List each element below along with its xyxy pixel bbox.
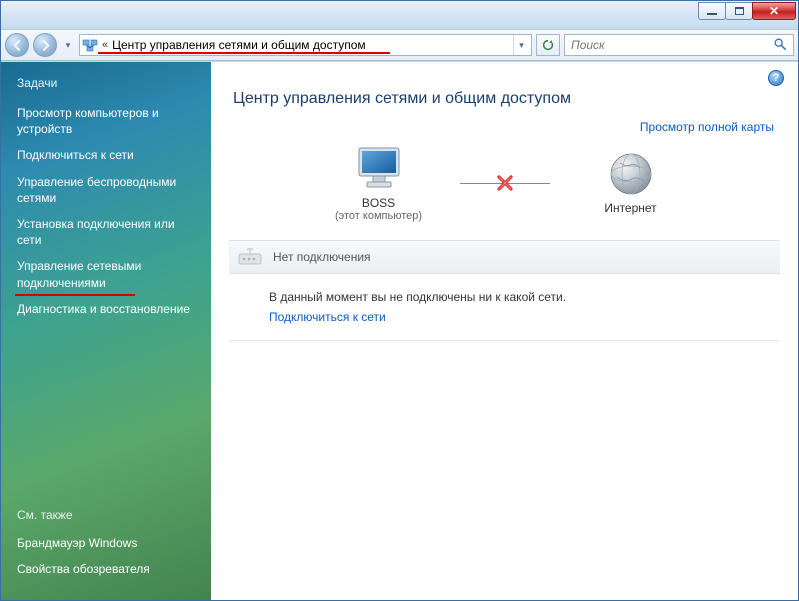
node-internet-label: Интернет bbox=[604, 201, 656, 215]
search-input[interactable] bbox=[571, 38, 761, 52]
search-icon[interactable] bbox=[773, 37, 787, 54]
address-text: Центр управления сетями и общим доступом bbox=[112, 38, 509, 52]
no-connection-body: В данный момент вы не подключены ни к ка… bbox=[229, 274, 780, 341]
sidebar-heading-tasks: Задачи bbox=[17, 76, 195, 90]
refresh-button[interactable] bbox=[536, 34, 560, 56]
main-panel: ? Центр управления сетями и общим доступ… bbox=[211, 62, 798, 600]
network-device-icon bbox=[237, 246, 263, 268]
view-full-map-link[interactable]: Просмотр полной карты bbox=[229, 120, 774, 134]
map-connection-broken bbox=[460, 173, 550, 193]
globe-icon bbox=[608, 151, 654, 197]
no-connection-label: Нет подключения bbox=[273, 250, 371, 264]
search-box[interactable] bbox=[564, 34, 794, 56]
address-dropdown[interactable]: ▾ bbox=[513, 35, 529, 55]
help-icon[interactable]: ? bbox=[768, 70, 784, 86]
network-map: BOSS (этот компьютер) bbox=[229, 144, 780, 222]
annotation-underline-address bbox=[98, 52, 390, 54]
close-button[interactable]: ✕ bbox=[752, 2, 796, 20]
nav-forward-button[interactable] bbox=[33, 33, 57, 57]
nav-back-button[interactable] bbox=[5, 33, 29, 57]
navigation-bar: ▾ « Центр управления сетями и общим дост… bbox=[1, 29, 798, 61]
sidebar-link-manage-network-connections[interactable]: Управление сетевыми подключениями bbox=[17, 253, 195, 295]
sidebar-link-diagnose-repair[interactable]: Диагностика и восстановление bbox=[17, 296, 195, 322]
sidebar-link-connect-network[interactable]: Подключиться к сети bbox=[17, 142, 195, 168]
map-node-internet[interactable]: Интернет bbox=[576, 151, 686, 215]
page-title: Центр управления сетями и общим доступом bbox=[233, 90, 780, 108]
connection-broken-icon bbox=[496, 174, 514, 192]
window-controls: ✕ bbox=[699, 2, 796, 20]
no-connection-message: В данный момент вы не подключены ни к ка… bbox=[269, 290, 772, 304]
sidebar-link-label: Управление сетевыми подключениями bbox=[17, 259, 141, 289]
connect-to-network-link[interactable]: Подключиться к сети bbox=[269, 310, 386, 324]
content-area: Задачи Просмотр компьютеров и устройств … bbox=[1, 61, 798, 600]
task-sidebar: Задачи Просмотр компьютеров и устройств … bbox=[1, 62, 211, 600]
sidebar-heading-seealso: См. также bbox=[17, 508, 195, 522]
sidebar-link-setup-connection[interactable]: Установка подключения или сети bbox=[17, 211, 195, 253]
breadcrumb-overflow-icon[interactable]: « bbox=[102, 39, 108, 51]
minimize-button[interactable] bbox=[698, 2, 726, 20]
nav-history-dropdown[interactable]: ▾ bbox=[61, 34, 75, 56]
node-computer-name: BOSS bbox=[362, 196, 395, 210]
window-frame: ✕ ▾ « Центр управления сетями и общим до… bbox=[0, 0, 799, 601]
map-node-this-computer[interactable]: BOSS (этот компьютер) bbox=[324, 144, 434, 222]
maximize-button[interactable] bbox=[725, 2, 753, 20]
sidebar-link-firewall[interactable]: Брандмауэр Windows bbox=[17, 530, 195, 556]
titlebar: ✕ bbox=[1, 1, 798, 29]
sidebar-link-manage-wireless[interactable]: Управление беспроводными сетями bbox=[17, 169, 195, 211]
no-connection-header: Нет подключения bbox=[229, 240, 780, 274]
network-center-icon bbox=[82, 37, 98, 53]
sidebar-link-view-computers[interactable]: Просмотр компьютеров и устройств bbox=[17, 100, 195, 142]
node-computer-sublabel: (этот компьютер) bbox=[335, 210, 422, 222]
computer-icon bbox=[353, 144, 405, 192]
sidebar-link-internet-options[interactable]: Свойства обозревателя bbox=[17, 556, 195, 582]
